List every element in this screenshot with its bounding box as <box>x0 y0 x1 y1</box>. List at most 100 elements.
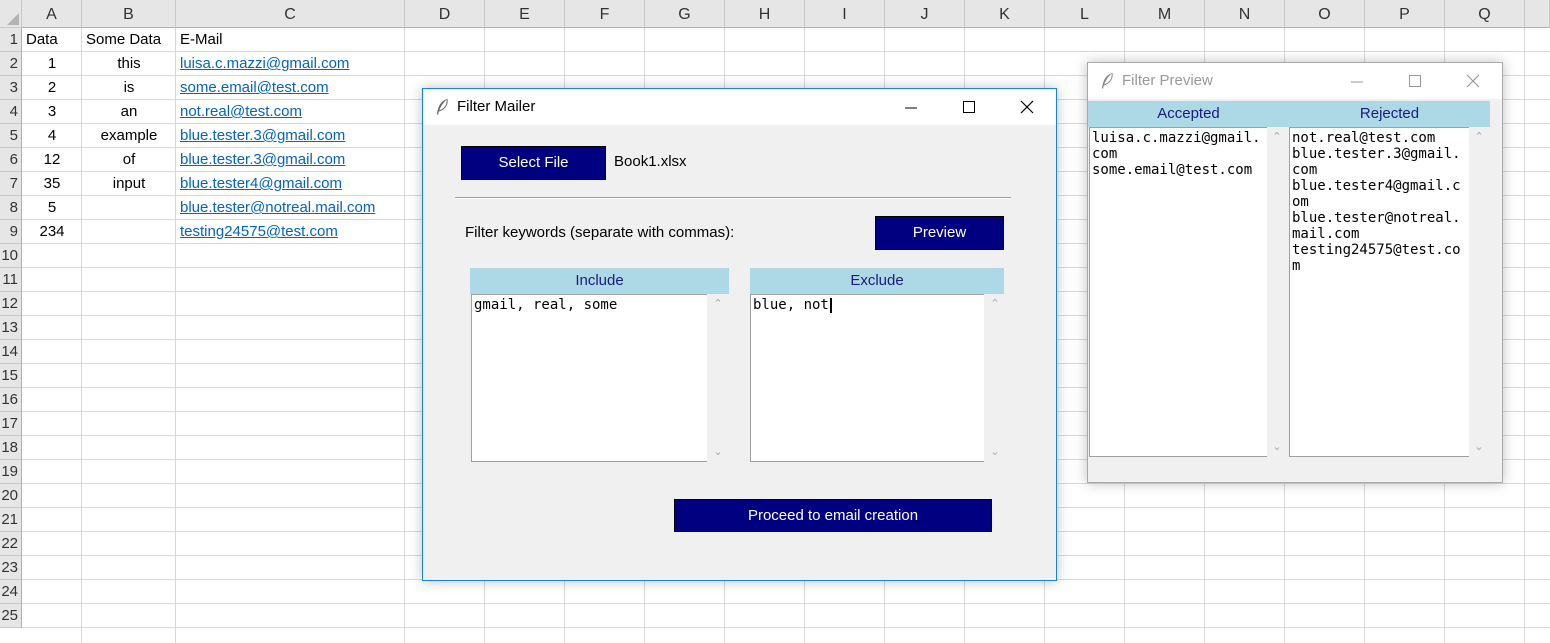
row-header-2[interactable]: 2 <box>0 52 22 76</box>
row-header-21[interactable]: 21 <box>0 508 22 532</box>
email-link-cell[interactable]: not.real@test.com <box>176 100 306 124</box>
email-link-cell[interactable]: some.email@test.com <box>176 76 333 100</box>
select-all-corner[interactable] <box>0 0 22 28</box>
chevron-down-icon[interactable]: ⌄ <box>1267 437 1287 457</box>
row-header-23[interactable]: 23 <box>0 556 22 580</box>
column-header-c[interactable]: C <box>176 0 405 28</box>
include-textbox[interactable]: gmail, real, some <box>471 294 707 462</box>
column-header-o[interactable]: O <box>1285 0 1365 28</box>
row-header-10[interactable]: 10 <box>0 244 22 268</box>
data-cell[interactable]: 234 <box>22 220 82 244</box>
column-header-m[interactable]: M <box>1125 0 1205 28</box>
column-header-h[interactable]: H <box>725 0 805 28</box>
column-header-b[interactable]: B <box>82 0 176 28</box>
filter-preview-window: Filter Preview Accepted Rejected luisa.c… <box>1087 62 1503 483</box>
chevron-up-icon[interactable]: ⌃ <box>984 294 1006 314</box>
data-cell[interactable]: 2 <box>22 76 82 100</box>
chevron-up-icon[interactable]: ⌃ <box>707 294 729 314</box>
data-cell[interactable]: 12 <box>22 148 82 172</box>
column-title-cell[interactable]: E-Mail <box>176 28 227 52</box>
close-button[interactable] <box>1444 63 1502 99</box>
proceed-button[interactable]: Proceed to email creation <box>674 499 992 532</box>
rejected-textbox[interactable]: not.real@test.com blue.tester.3@gmail.co… <box>1289 127 1469 457</box>
separator <box>455 197 1011 199</box>
row-header-22[interactable]: 22 <box>0 532 22 556</box>
column-header-a[interactable]: A <box>22 0 82 28</box>
row-header-17[interactable]: 17 <box>0 412 22 436</box>
row-header-4[interactable]: 4 <box>0 100 22 124</box>
row-header-14[interactable]: 14 <box>0 340 22 364</box>
accepted-textbox[interactable]: luisa.c.mazzi@gmail.com some.email@test.… <box>1089 127 1267 457</box>
row-header-12[interactable]: 12 <box>0 292 22 316</box>
title-bar[interactable]: Filter Mailer <box>423 89 1056 125</box>
column-header-e[interactable]: E <box>485 0 565 28</box>
row-header-11[interactable]: 11 <box>0 268 22 292</box>
chevron-down-icon[interactable]: ⌄ <box>984 442 1006 462</box>
column-header-l[interactable]: L <box>1045 0 1125 28</box>
column-header-p[interactable]: P <box>1365 0 1445 28</box>
row-header-25[interactable]: 25 <box>0 604 22 628</box>
column-header-d[interactable]: D <box>405 0 485 28</box>
email-link-cell[interactable]: blue.tester@notreal.mail.com <box>176 196 379 220</box>
data-cell[interactable]: 4 <box>22 124 82 148</box>
email-link-cell[interactable]: testing24575@test.com <box>176 220 342 244</box>
row-header-6[interactable]: 6 <box>0 148 22 172</box>
select-file-button[interactable]: Select File <box>461 146 606 180</box>
rejected-scrollbar[interactable]: ⌃ ⌄ <box>1469 127 1489 457</box>
row-header-19[interactable]: 19 <box>0 460 22 484</box>
chevron-down-icon[interactable]: ⌄ <box>1469 437 1489 457</box>
column-header-f[interactable]: F <box>565 0 645 28</box>
row-header-5[interactable]: 5 <box>0 124 22 148</box>
row-header-20[interactable]: 20 <box>0 484 22 508</box>
column-title-cell[interactable]: Data <box>22 28 62 52</box>
maximize-button[interactable] <box>1386 63 1444 99</box>
include-scrollbar[interactable]: ⌃ ⌄ <box>707 294 729 462</box>
column-header-n[interactable]: N <box>1205 0 1285 28</box>
data-cell[interactable]: 1 <box>22 52 82 76</box>
exclude-textbox[interactable]: blue, not <box>750 294 984 462</box>
chevron-down-icon[interactable]: ⌄ <box>707 442 729 462</box>
row-header-15[interactable]: 15 <box>0 364 22 388</box>
row-header-16[interactable]: 16 <box>0 388 22 412</box>
email-link-cell[interactable]: luisa.c.mazzi@gmail.com <box>176 52 353 76</box>
minimize-button[interactable] <box>1328 63 1386 99</box>
keywords-label: Filter keywords (separate with commas): <box>465 224 735 241</box>
data-cell[interactable]: 5 <box>22 196 82 220</box>
column-header-k[interactable]: K <box>965 0 1045 28</box>
preview-button[interactable]: Preview <box>875 216 1004 250</box>
data-cell[interactable]: example <box>82 124 176 148</box>
column-header-g[interactable]: G <box>645 0 725 28</box>
email-link-cell[interactable]: blue.tester4@gmail.com <box>176 172 346 196</box>
column-header-q[interactable]: Q <box>1445 0 1525 28</box>
maximize-button[interactable] <box>940 89 998 125</box>
data-cell[interactable]: this <box>82 52 176 76</box>
email-link-cell[interactable]: blue.tester.3@gmail.com <box>176 148 349 172</box>
data-cell[interactable]: of <box>82 148 176 172</box>
chevron-up-icon[interactable]: ⌃ <box>1469 127 1489 147</box>
row-header-1[interactable]: 1 <box>0 28 22 52</box>
data-cell[interactable]: an <box>82 100 176 124</box>
row-header-3[interactable]: 3 <box>0 76 22 100</box>
exclude-scrollbar[interactable]: ⌃ ⌄ <box>984 294 1006 462</box>
minimize-button[interactable] <box>882 89 940 125</box>
include-text: gmail, real, some <box>474 297 618 313</box>
row-header-24[interactable]: 24 <box>0 580 22 604</box>
row-header-18[interactable]: 18 <box>0 436 22 460</box>
gridline <box>22 627 1550 628</box>
data-cell[interactable]: 3 <box>22 100 82 124</box>
row-header-9[interactable]: 9 <box>0 220 22 244</box>
data-cell[interactable]: input <box>82 172 176 196</box>
title-bar[interactable]: Filter Preview <box>1088 63 1502 99</box>
email-link-cell[interactable]: blue.tester.3@gmail.com <box>176 124 349 148</box>
column-header-i[interactable]: I <box>805 0 885 28</box>
column-title-cell[interactable]: Some Data <box>82 28 165 52</box>
column-header-j[interactable]: J <box>885 0 965 28</box>
row-header-7[interactable]: 7 <box>0 172 22 196</box>
close-button[interactable] <box>998 89 1056 125</box>
chevron-up-icon[interactable]: ⌃ <box>1267 127 1287 147</box>
row-header-8[interactable]: 8 <box>0 196 22 220</box>
row-header-13[interactable]: 13 <box>0 316 22 340</box>
data-cell[interactable]: 35 <box>22 172 82 196</box>
data-cell[interactable]: is <box>82 76 176 100</box>
accepted-scrollbar[interactable]: ⌃ ⌄ <box>1267 127 1287 457</box>
